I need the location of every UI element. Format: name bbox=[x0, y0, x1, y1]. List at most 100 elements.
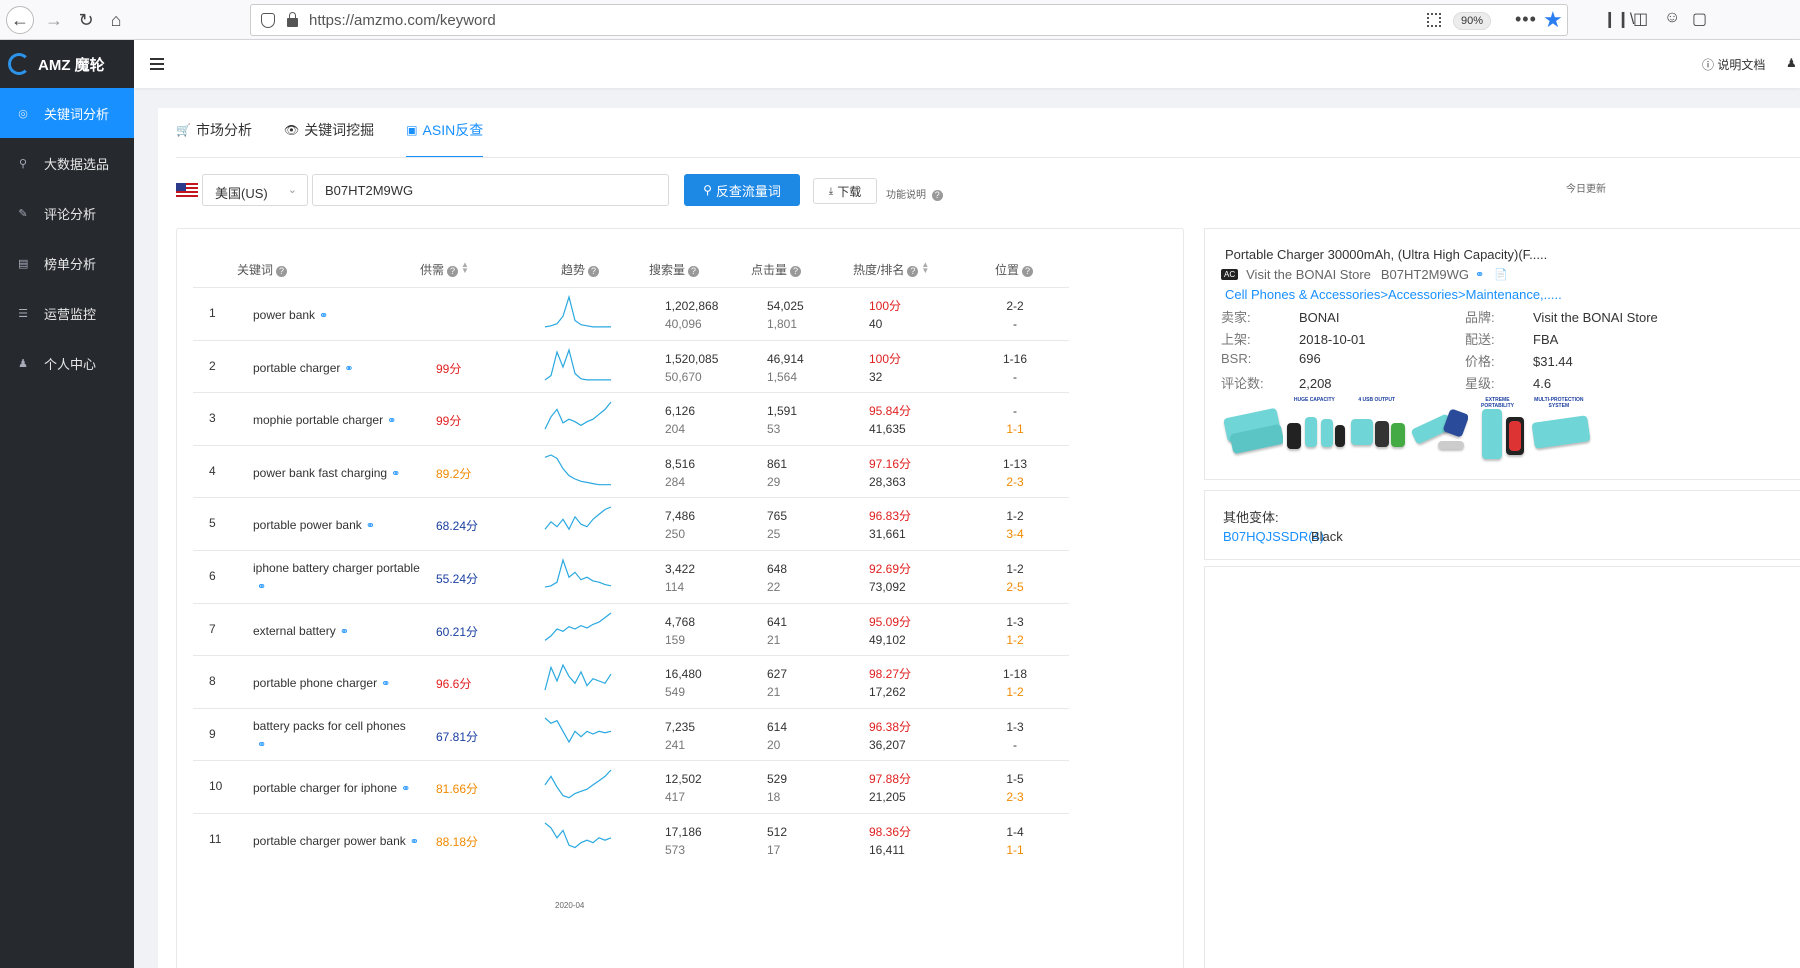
table-row[interactable]: 9 battery packs for cell phones ⚭ 67.81分 7,2… bbox=[193, 707, 1069, 761]
product-image[interactable]: MULTI-PROTECTION SYSTEM bbox=[1528, 397, 1591, 463]
product-image[interactable] bbox=[1407, 397, 1470, 463]
table-row[interactable]: 3 mophie portable charger ⚭ 99分 6,126 204 1,59… bbox=[193, 392, 1069, 445]
keyword-link[interactable]: power bank bbox=[253, 308, 315, 322]
table-row[interactable]: 11 portable charger power bank ⚭ 88.18分 17,1… bbox=[193, 813, 1069, 866]
keyword-link[interactable]: portable charger for iphone bbox=[253, 781, 397, 795]
keyword-link[interactable]: power bank fast charging bbox=[253, 466, 387, 480]
keyword-link[interactable]: external battery bbox=[253, 624, 336, 638]
country-select[interactable]: 美国(US) ⌄ bbox=[202, 174, 308, 206]
share-icon[interactable]: ⚭ bbox=[391, 468, 400, 480]
sidebar-item-1[interactable]: ⚲ 大数据选品 bbox=[0, 138, 134, 188]
trend-sparkline[interactable] bbox=[543, 345, 613, 385]
variant-link[interactable]: B07HQJSSDR(4) bbox=[1223, 529, 1324, 544]
qr-code-icon[interactable] bbox=[1427, 13, 1441, 27]
library-icon[interactable]: ❙❙\ bbox=[1603, 9, 1634, 29]
bookmark-star-icon[interactable]: ★ bbox=[1543, 7, 1563, 33]
keyword-link[interactable]: portable phone charger bbox=[253, 676, 377, 690]
tab-1[interactable]: 👁 关键词挖掘 bbox=[284, 108, 374, 158]
sidebar-item-2[interactable]: ✎ 评论分析 bbox=[0, 188, 134, 238]
share-icon[interactable]: ⚭ bbox=[381, 678, 390, 690]
table-row[interactable]: 10 portable charger for iphone ⚭ 81.66分 12,5… bbox=[193, 760, 1069, 813]
question-icon[interactable]: ? bbox=[688, 266, 700, 277]
app-logo[interactable]: AMZ 魔轮 bbox=[0, 40, 134, 88]
share-icon[interactable]: ⚭ bbox=[319, 310, 328, 322]
trend-sparkline[interactable] bbox=[543, 450, 613, 490]
table-row[interactable]: 2 portable charger ⚭ 99分 1,520,085 50,670 46,9… bbox=[193, 339, 1069, 393]
sort-icon[interactable]: ▲ ▼ bbox=[921, 261, 929, 275]
product-image[interactable]: HUGE CAPACITY bbox=[1283, 397, 1346, 463]
question-icon[interactable]: ? bbox=[276, 266, 288, 277]
document-icon[interactable]: 📄 bbox=[1494, 268, 1508, 281]
address-bar[interactable]: https://amzmo.com/keyword 90% ••• ★ bbox=[250, 4, 1568, 36]
sidebar-item-3[interactable]: ▤ 榜单分析 bbox=[0, 238, 134, 288]
home-icon[interactable]: ⌂ bbox=[102, 6, 130, 34]
table-row[interactable]: 4 power bank fast charging ⚭ 89.2分 8,516 284 8… bbox=[193, 444, 1069, 498]
question-icon[interactable]: ? bbox=[447, 266, 459, 277]
table-row[interactable]: 7 external battery ⚭ 60.21分 4,768 159 641 21 95.… bbox=[193, 602, 1069, 656]
product-image[interactable]: EXTREME PORTABILITY bbox=[1468, 397, 1527, 463]
asin-input[interactable]: B07HT2M9WG bbox=[312, 174, 669, 206]
forward-arrow-icon[interactable]: → bbox=[40, 6, 68, 34]
question-icon[interactable]: ? bbox=[790, 266, 802, 277]
click-volume: 512 bbox=[767, 825, 788, 839]
share-icon[interactable]: ⚭ bbox=[1475, 268, 1484, 281]
tab-2[interactable]: ▣ ASIN反查 bbox=[406, 108, 484, 158]
share-icon[interactable]: ⚭ bbox=[344, 363, 353, 375]
store-link[interactable]: Visit the BONAI Store bbox=[1246, 267, 1371, 282]
more-actions-icon[interactable]: ••• bbox=[1515, 9, 1537, 30]
tab-0[interactable]: 🛒 市场分析 bbox=[176, 108, 252, 158]
trend-sparkline[interactable] bbox=[543, 397, 613, 437]
reload-icon[interactable]: ↻ bbox=[72, 6, 100, 34]
share-icon[interactable]: ⚭ bbox=[257, 581, 266, 593]
trend-sparkline[interactable] bbox=[543, 660, 613, 700]
share-icon[interactable]: ⚭ bbox=[366, 520, 375, 532]
keyword-link[interactable]: iphone battery charger portable bbox=[253, 561, 420, 575]
sidebar-toggle-icon[interactable]: ◫ bbox=[1633, 9, 1648, 29]
reverse-lookup-button[interactable]: ⚲ 反查流量词 bbox=[684, 174, 800, 206]
sort-icon[interactable]: ▲ ▼ bbox=[461, 261, 469, 275]
account-icon[interactable]: ☺ bbox=[1664, 9, 1680, 27]
user-icon[interactable]: ♟ bbox=[1786, 56, 1797, 70]
keyword-link[interactable]: portable charger power bank bbox=[253, 834, 406, 848]
trend-sparkline[interactable] bbox=[543, 608, 613, 648]
table-row[interactable]: 6 iphone battery charger portable ⚭ 55.24分 3… bbox=[193, 550, 1069, 603]
share-icon[interactable]: ⚭ bbox=[340, 626, 349, 638]
table-row[interactable]: 8 portable phone charger ⚭ 96.6分 16,480 549 62… bbox=[193, 655, 1069, 708]
share-icon[interactable]: ⚭ bbox=[410, 836, 419, 848]
share-icon[interactable]: ⚭ bbox=[401, 783, 410, 795]
product-image[interactable]: 4 USB OUTPUT bbox=[1347, 397, 1406, 463]
zoom-level[interactable]: 90% bbox=[1453, 12, 1492, 30]
screenshot-icon[interactable]: ▢ bbox=[1692, 9, 1707, 29]
docs-link[interactable]: ⓘ 说明文档 bbox=[1702, 56, 1765, 73]
trend-sparkline[interactable] bbox=[543, 765, 613, 805]
download-button[interactable]: ⤓ 下载 bbox=[813, 178, 877, 204]
menu-toggle-icon[interactable] bbox=[150, 58, 164, 70]
question-icon[interactable]: ? bbox=[1022, 266, 1034, 277]
keyword-link[interactable]: portable power bank bbox=[253, 518, 362, 532]
col-header-supply[interactable]: 供需 ?▲ ▼ bbox=[420, 261, 469, 278]
keyword-link[interactable]: mophie portable charger bbox=[253, 413, 383, 427]
function-help-link[interactable]: 功能说明 ? bbox=[886, 186, 943, 201]
url-text[interactable]: https://amzmo.com/keyword bbox=[309, 12, 496, 29]
sidebar-item-5[interactable]: ♟ 个人中心 bbox=[0, 338, 134, 388]
sidebar-item-4[interactable]: ☰ 运营监控 bbox=[0, 288, 134, 338]
product-category-link[interactable]: Cell Phones & Accessories>Accessories>Ma… bbox=[1225, 287, 1562, 302]
question-icon[interactable]: ? bbox=[588, 266, 600, 277]
product-title[interactable]: Portable Charger 30000mAh, (Ultra High C… bbox=[1225, 247, 1547, 262]
trend-sparkline[interactable] bbox=[543, 555, 613, 595]
table-row[interactable]: 5 portable power bank ⚭ 68.24分 7,486 250 765 25… bbox=[193, 497, 1069, 550]
trend-sparkline[interactable] bbox=[543, 502, 613, 542]
question-icon[interactable]: ? bbox=[907, 266, 919, 277]
sidebar-item-0[interactable]: ◎ 关键词分析 bbox=[0, 88, 134, 138]
table-row[interactable]: 1 power bank ⚭ 1,202,868 40,096 54,025 1,801 10… bbox=[193, 287, 1069, 340]
trend-sparkline[interactable] bbox=[543, 713, 613, 753]
share-icon[interactable]: ⚭ bbox=[387, 415, 396, 427]
keyword-link[interactable]: battery packs for cell phones bbox=[253, 719, 406, 733]
col-header-heat[interactable]: 热度/排名 ?▲ ▼ bbox=[853, 261, 929, 278]
keyword-link[interactable]: portable charger bbox=[253, 361, 340, 375]
share-icon[interactable]: ⚭ bbox=[257, 739, 266, 751]
trend-sparkline[interactable] bbox=[543, 818, 613, 858]
back-arrow-icon[interactable]: ← bbox=[6, 6, 34, 34]
product-image[interactable] bbox=[1221, 397, 1285, 463]
trend-sparkline[interactable] bbox=[543, 292, 613, 332]
